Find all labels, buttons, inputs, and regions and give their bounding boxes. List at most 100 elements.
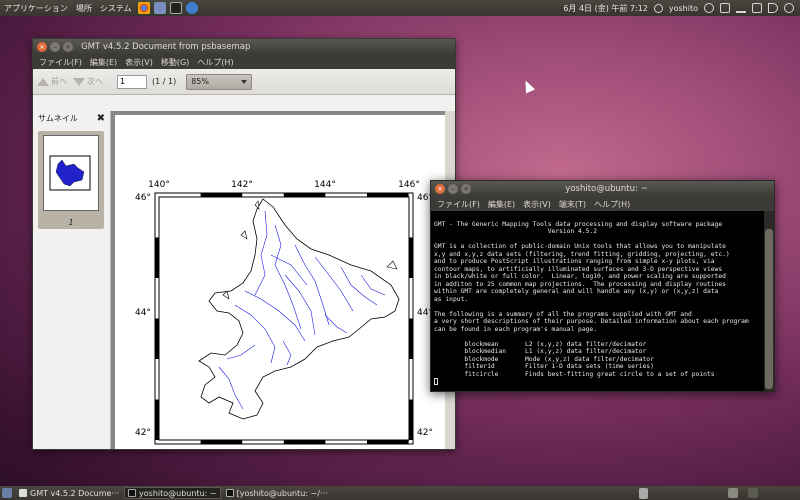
document-viewer-titlebar[interactable]: × – + GMT v4.5.2 Document from psbasemap xyxy=(33,39,455,55)
hokkaido-map: 140° 142° 144° 146° 140° 142° 144° 146° 46° 44°… xyxy=(135,180,433,445)
next-page-button[interactable]: 次へ xyxy=(73,76,103,87)
trash-icon[interactable] xyxy=(639,487,648,499)
page-number-input[interactable] xyxy=(117,74,147,89)
menu-file[interactable]: ファイル(F) xyxy=(35,57,86,68)
evolution-icon[interactable] xyxy=(153,2,166,14)
document-icon xyxy=(19,489,27,497)
terminal-menubar: ファイル(F) 編集(E) 表示(V) 端末(T) ヘルプ(H) xyxy=(431,197,774,211)
network-icon[interactable] xyxy=(736,3,746,13)
terminal-line: The following is a summary of all the pr… xyxy=(434,310,692,318)
power-off-icon[interactable] xyxy=(784,3,794,13)
scalebar-segment xyxy=(367,193,409,197)
page-count: (1 / 1) xyxy=(152,77,177,86)
terminal-line: blockmode Mode (x,y,z) data filter/decim… xyxy=(434,355,654,363)
terminal-line: a very short descriptions of their purpo… xyxy=(434,318,749,325)
clock[interactable]: 6月 4日 (金) 午前 7:12 xyxy=(563,3,648,14)
terminal-line: can be found in each program's manual pa… xyxy=(434,325,598,333)
close-sidebar-icon[interactable]: ✖ xyxy=(97,113,105,124)
terminal-line: within GMT are completely general and wi… xyxy=(434,288,719,295)
scalebar-segment xyxy=(409,237,413,278)
menu-view[interactable]: 表示(V) xyxy=(121,57,157,68)
terminal-titlebar[interactable]: × – + yoshito@ubuntu: ~ xyxy=(431,181,774,197)
zoom-select[interactable]: 85% xyxy=(186,73,253,90)
close-icon[interactable]: × xyxy=(37,42,47,52)
terminal-menu-edit[interactable]: 編集(E) xyxy=(484,199,519,210)
menu-go[interactable]: 移動(G) xyxy=(157,57,193,68)
scalebar-segment xyxy=(283,440,326,444)
scalebar-segment xyxy=(367,440,409,444)
terminal-line: contour maps, to artificially illuminate… xyxy=(434,265,723,273)
terminal-line: and to produce PostScript illustrations … xyxy=(434,258,715,265)
terminal-scrollbar[interactable] xyxy=(764,211,774,391)
map-tick-label: 44° xyxy=(135,308,151,318)
sidebar-title[interactable]: サムネイル xyxy=(38,113,78,124)
arrow-down-icon xyxy=(73,77,85,86)
terminal-launcher-icon[interactable] xyxy=(169,2,182,14)
map-tick-label: 146° xyxy=(398,180,420,190)
terminal-menu-help[interactable]: ヘルプ(H) xyxy=(590,199,634,210)
map-tick-label: 42° xyxy=(135,428,151,438)
power-icon[interactable] xyxy=(704,3,714,13)
terminal-maximize-icon[interactable]: + xyxy=(461,184,471,194)
page-thumbnail[interactable]: 1 xyxy=(38,131,104,229)
maximize-icon[interactable]: + xyxy=(63,42,73,52)
taskbar-terminal-2[interactable]: [yoshito@ubuntu: ~/··· xyxy=(223,487,331,499)
workspace-icon[interactable] xyxy=(748,488,758,498)
terminal-line: GMT is a collection of public-domain Uni… xyxy=(434,243,726,250)
previous-page-button[interactable]: 前へ xyxy=(37,76,67,87)
taskbar-document-viewer[interactable]: GMT v4.5.2 Docume··· xyxy=(16,487,122,499)
user-icon xyxy=(653,3,663,13)
scalebar-segment xyxy=(200,440,243,444)
workspace-icon[interactable] xyxy=(728,488,738,498)
map-tick-label: 144° xyxy=(314,180,336,190)
longitude-labels-top: 140° 142° 144° 146° xyxy=(148,180,420,190)
taskbar-terminal[interactable]: yoshito@ubuntu: ~ xyxy=(124,487,221,499)
scalebar-segment xyxy=(155,237,159,278)
chrome-icon[interactable] xyxy=(137,2,150,14)
terminal-menu-terminal[interactable]: 端末(T) xyxy=(555,199,590,210)
terminal-line: in black/white or full color. Linear, lo… xyxy=(434,273,726,280)
user-name[interactable]: yoshito xyxy=(669,4,698,13)
hokkaido-coastline xyxy=(198,198,400,420)
map-tick-label: 42° xyxy=(417,428,433,438)
terminal-line: GMT - The Generic Mapping Tools data pro… xyxy=(434,220,723,228)
thumbnail-page-number: 1 xyxy=(68,218,74,227)
thumbnail-sidebar: サムネイル ✖ 1 xyxy=(33,111,111,449)
mail-icon[interactable] xyxy=(752,3,762,13)
terminal-line: blockmedian L1 (x,y,z) data filter/decim… xyxy=(434,348,647,355)
document-view[interactable]: 140° 142° 144° 146° 140° 142° 144° 146° 46° 44°… xyxy=(111,111,455,449)
document-viewer-window: × – + GMT v4.5.2 Document from psbasemap… xyxy=(32,38,456,450)
menu-system[interactable]: システム xyxy=(96,3,136,14)
terminal-line: fitcircle Finds best-fitting great circl… xyxy=(434,370,715,378)
scalebar-segment xyxy=(155,399,159,440)
terminal-output[interactable]: GMT - The Generic Mapping Tools data pro… xyxy=(431,211,764,391)
keyboard-icon[interactable] xyxy=(720,3,730,13)
volume-icon[interactable] xyxy=(768,3,778,13)
terminal-line: Version 4.5.2 xyxy=(434,228,598,235)
show-desktop-icon[interactable] xyxy=(2,488,12,498)
help-icon[interactable] xyxy=(185,2,198,14)
minimize-icon[interactable]: – xyxy=(50,42,60,52)
terminal-menu-view[interactable]: 表示(V) xyxy=(519,199,555,210)
terminal-line: blockmean L2 (x,y,z) data filter/decimat… xyxy=(434,340,647,348)
latitude-labels-left: 46° 44° 42° xyxy=(135,193,151,438)
top-panel: アプリケーション 場所 システム 6月 4日 (金) 午前 7:12 yoshi… xyxy=(0,0,800,16)
document-viewer-toolbar: 前へ 次へ (1 / 1) 85% xyxy=(33,69,455,95)
menu-help[interactable]: ヘルプ(H) xyxy=(193,57,237,68)
scalebar-segment xyxy=(200,193,243,197)
scalebar-segment xyxy=(409,399,413,440)
document-page: 140° 142° 144° 146° 140° 142° 144° 146° 46° 44°… xyxy=(115,115,455,449)
bottom-panel: GMT v4.5.2 Docume··· yoshito@ubuntu: ~ [… xyxy=(0,486,800,500)
terminal-close-icon[interactable]: × xyxy=(435,184,445,194)
menu-applications[interactable]: アプリケーション xyxy=(0,3,72,14)
mouse-pointer xyxy=(520,78,536,94)
map-tick-label: 46° xyxy=(135,193,151,203)
menu-edit[interactable]: 編集(E) xyxy=(86,57,121,68)
arrow-up-icon xyxy=(37,77,49,86)
terminal-menu-file[interactable]: ファイル(F) xyxy=(433,199,484,210)
menu-places[interactable]: 場所 xyxy=(72,3,96,14)
terminal-minimize-icon[interactable]: – xyxy=(448,184,458,194)
terminal-title: yoshito@ubuntu: ~ xyxy=(565,184,648,194)
